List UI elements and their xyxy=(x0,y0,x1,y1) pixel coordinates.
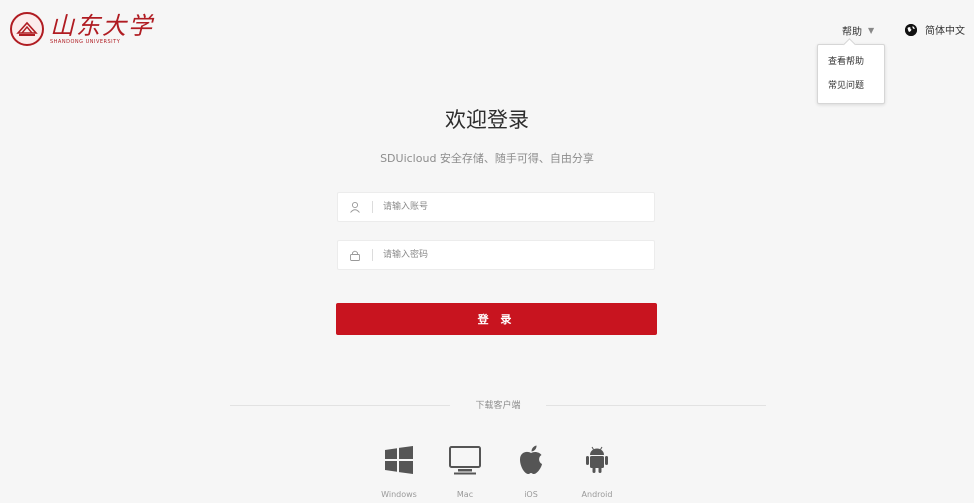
page-subtitle: SDUicloud 安全存储、随手可得、自由分享 xyxy=(380,152,594,165)
logo-en-text: SHANDONG UNIVERSITY xyxy=(50,39,121,45)
download-windows[interactable]: Windows xyxy=(369,444,429,499)
university-logo[interactable]: 山东大学 SHANDONG UNIVERSITY xyxy=(10,12,154,46)
platform-name: Mac xyxy=(456,490,474,499)
menu-item-faq[interactable]: 常见问题 xyxy=(818,74,884,98)
help-menu-button[interactable]: 帮助 ▼ xyxy=(842,23,874,38)
download-ios[interactable]: iOS xyxy=(501,444,561,499)
platform-name: Android xyxy=(581,490,613,499)
divider-line xyxy=(230,405,450,406)
android-icon xyxy=(586,446,608,473)
monitor-icon xyxy=(449,446,481,475)
globe-icon xyxy=(905,23,917,36)
login-page: 山东大学 SHANDONG UNIVERSITY 帮助 ▼ 简体中文 查看帮助 … xyxy=(0,0,974,503)
divider-line xyxy=(546,405,766,406)
apple-icon xyxy=(520,445,542,474)
logo-cn-text: 山东大学 xyxy=(50,12,154,40)
user-icon xyxy=(338,201,372,213)
download-mac[interactable]: Mac xyxy=(435,444,495,499)
page-title: 欢迎登录 xyxy=(445,108,529,132)
password-input[interactable] xyxy=(373,241,645,269)
login-button[interactable]: 登 录 xyxy=(336,303,657,335)
language-label: 简体中文 xyxy=(925,26,965,37)
account-input[interactable] xyxy=(373,193,645,221)
account-field xyxy=(337,192,655,222)
help-dropdown: 查看帮助 常见问题 xyxy=(817,44,885,104)
password-field xyxy=(337,240,655,270)
windows-icon xyxy=(385,446,413,474)
language-selector[interactable]: 简体中文 xyxy=(905,22,965,37)
seal-icon xyxy=(10,12,44,46)
logo-wordmark: 山东大学 SHANDONG UNIVERSITY xyxy=(50,13,154,45)
menu-item-view-help[interactable]: 查看帮助 xyxy=(818,50,884,74)
download-client-label: 下载客户端 xyxy=(475,401,521,411)
download-android[interactable]: Android xyxy=(567,444,627,499)
chevron-down-icon: ▼ xyxy=(868,26,875,35)
platform-name: Windows xyxy=(381,490,417,499)
help-label: 帮助 xyxy=(842,27,862,38)
platform-name: iOS xyxy=(524,490,538,499)
lock-icon xyxy=(338,249,372,261)
